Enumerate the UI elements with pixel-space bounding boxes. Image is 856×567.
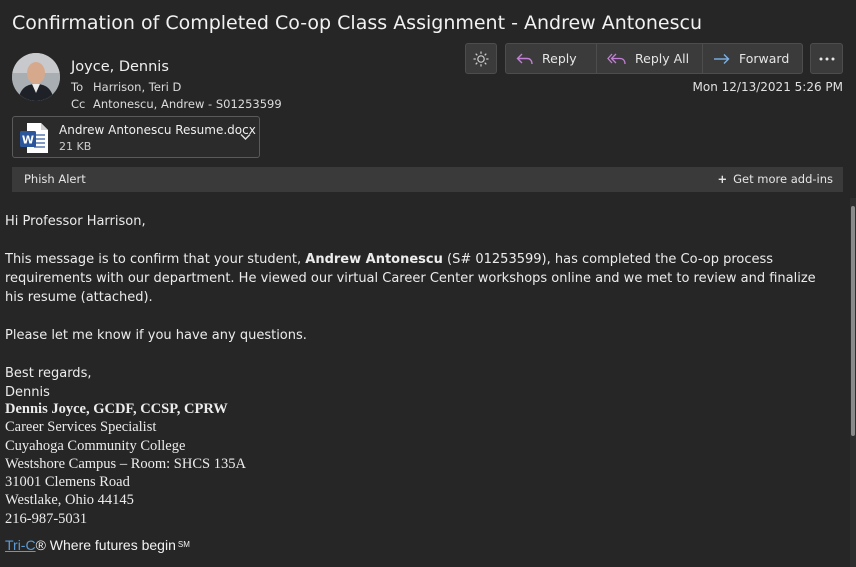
- service-mark: SM: [177, 540, 190, 549]
- chevron-down-icon[interactable]: [240, 133, 251, 141]
- attachment-size: 21 KB: [59, 140, 92, 153]
- sent-date: Mon 12/13/2021 5:26 PM: [692, 80, 843, 94]
- closing: Best regards,: [5, 366, 92, 381]
- to-recipient[interactable]: Harrison, Teri D: [93, 80, 181, 94]
- body-paragraph-1: This message is to confirm that your stu…: [5, 250, 835, 307]
- forward-arrow-icon: [714, 53, 730, 64]
- avatar-photo: [12, 53, 60, 101]
- tri-c-link[interactable]: Tri-C: [5, 537, 36, 553]
- signature-name: Dennis Joyce, GCDF, CCSP, CPRW: [5, 401, 228, 417]
- addin-bar: Phish Alert + Get more add-ins: [12, 167, 843, 192]
- student-name: Andrew Antonescu: [305, 252, 443, 267]
- reply-button[interactable]: Reply: [506, 44, 596, 73]
- signature-campus: Westshore Campus – Room: SHCS 135A: [5, 455, 246, 472]
- signature-city: Westlake, Ohio 44145: [5, 492, 134, 509]
- body-text: This message is to confirm that your stu…: [5, 252, 306, 267]
- signature-title: Career Services Specialist: [5, 419, 157, 436]
- reply-arrow-icon: [516, 53, 533, 64]
- cc-label: Cc: [71, 97, 86, 111]
- forward-button[interactable]: Forward: [702, 44, 802, 73]
- reply-label: Reply: [542, 51, 577, 66]
- plus-icon: +: [717, 172, 728, 186]
- sender-name[interactable]: Joyce, Dennis: [71, 59, 169, 75]
- reply-all-button[interactable]: Reply All: [596, 44, 702, 73]
- signature-org: Cuyahoga Community College: [5, 437, 186, 454]
- get-more-addins-button[interactable]: + Get more add-ins: [717, 172, 833, 186]
- avatar[interactable]: [12, 53, 60, 101]
- scrollbar-thumb[interactable]: [851, 206, 855, 436]
- scrollbar[interactable]: [850, 198, 856, 567]
- to-line: To Harrison, Teri D: [71, 80, 181, 94]
- svg-text:W: W: [22, 134, 34, 147]
- ellipsis-icon: [819, 57, 834, 60]
- greeting: Hi Professor Harrison,: [5, 214, 146, 229]
- email-subject: Confirmation of Completed Co-op Class As…: [12, 12, 702, 34]
- cc-recipient[interactable]: Antonescu, Andrew - S01253599: [93, 97, 282, 111]
- reply-all-label: Reply All: [635, 51, 690, 66]
- tagline: Tri-C® Where futures begin SM: [5, 537, 190, 553]
- signature-block: Dennis Joyce, GCDF, CCSP, CPRW Career Se…: [5, 400, 246, 528]
- reply-all-arrow-icon: [607, 53, 626, 64]
- forward-label: Forward: [739, 51, 790, 66]
- response-button-group: Reply Reply All Forward: [505, 43, 803, 74]
- theme-toggle-button[interactable]: [465, 43, 497, 74]
- get-more-addins-label: Get more add-ins: [733, 172, 833, 186]
- attachment-name: Andrew Antonescu Resume.docx: [59, 123, 256, 137]
- word-document-icon: W: [20, 123, 48, 153]
- signature-phone: 216-987-5031: [5, 510, 88, 527]
- message-body: Hi Professor Harrison, This message is t…: [5, 212, 835, 402]
- sun-icon: [473, 51, 489, 66]
- more-actions-button[interactable]: [810, 43, 843, 74]
- to-label: To: [71, 80, 84, 94]
- phish-alert-button[interactable]: Phish Alert: [24, 172, 86, 186]
- tagline-text: ® Where futures begin: [35, 537, 176, 553]
- body-paragraph-2: Please let me know if you have any quest…: [5, 328, 307, 343]
- cc-line: Cc Antonescu, Andrew - S01253599: [71, 97, 282, 111]
- signature-street: 31001 Clemens Road: [5, 474, 130, 491]
- attachment-card[interactable]: W Andrew Antonescu Resume.docx 21 KB: [12, 116, 260, 158]
